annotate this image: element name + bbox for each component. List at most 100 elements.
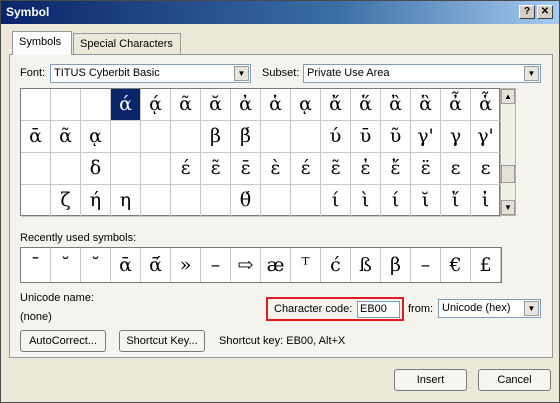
symbol-cell[interactable]: ἐ bbox=[351, 153, 381, 185]
symbol-cell[interactable] bbox=[51, 153, 81, 185]
symbol-cell[interactable]: ἆ bbox=[441, 89, 471, 121]
recent-symbol-cell[interactable]: ᾱ́ bbox=[141, 248, 171, 282]
symbol-cell[interactable]: ε̄ bbox=[231, 153, 261, 185]
recent-symbol-cell[interactable]: ᵀ bbox=[291, 248, 321, 282]
symbol-cell[interactable]: ἰ bbox=[471, 185, 501, 217]
symbol-cell[interactable]: ἅ bbox=[351, 89, 381, 121]
shortcut-key-button[interactable]: Shortcut Key... bbox=[119, 330, 205, 352]
symbol-cell[interactable] bbox=[111, 121, 141, 153]
symbol-cell[interactable]: ἇ bbox=[471, 89, 501, 121]
symbol-cell[interactable]: ῡ bbox=[351, 121, 381, 153]
recent-symbol-cell[interactable]: ć bbox=[321, 248, 351, 282]
symbol-cell[interactable]: ύ bbox=[321, 121, 351, 153]
symbol-cell[interactable]: β́ bbox=[231, 121, 261, 153]
close-button[interactable]: ✕ bbox=[537, 5, 553, 19]
symbol-cell[interactable]: ᾳ bbox=[81, 121, 111, 153]
symbol-cell[interactable]: ἀ bbox=[231, 89, 261, 121]
symbol-cell[interactable]: ἄ bbox=[321, 89, 351, 121]
symbol-cell[interactable]: έ bbox=[171, 153, 201, 185]
symbol-cell[interactable] bbox=[261, 185, 291, 217]
symbol-cell[interactable]: ὲ bbox=[261, 153, 291, 185]
symbol-grid-scrollbar[interactable]: ▲ ▼ bbox=[500, 88, 516, 216]
arrow-up-icon[interactable]: ▲ bbox=[501, 89, 515, 104]
symbol-cell[interactable]: ἂ bbox=[381, 89, 411, 121]
symbol-cell[interactable]: ἔ bbox=[381, 153, 411, 185]
symbol-cell[interactable]: ᾱ bbox=[21, 121, 51, 153]
symbol-cell[interactable]: ᾶ bbox=[171, 89, 201, 121]
symbol-cell[interactable]: γ' bbox=[411, 121, 441, 153]
recent-symbol-cell[interactable]: £ bbox=[471, 248, 501, 282]
recent-symbol-cell[interactable]: ˘ bbox=[51, 248, 81, 282]
symbol-cell[interactable]: ε bbox=[441, 153, 471, 185]
subset-select[interactable]: Private Use Area ▼ bbox=[303, 64, 541, 83]
symbol-cell[interactable] bbox=[21, 153, 51, 185]
symbol-cell[interactable]: δ bbox=[81, 153, 111, 185]
symbol-cell[interactable] bbox=[51, 89, 81, 121]
symbol-cell[interactable]: ί bbox=[381, 185, 411, 217]
symbol-cell[interactable]: ᾰ bbox=[201, 89, 231, 121]
symbol-cell[interactable]: η bbox=[111, 185, 141, 217]
symbol-cell[interactable]: ή bbox=[81, 185, 111, 217]
symbol-cell[interactable]: ἁ bbox=[261, 89, 291, 121]
symbol-cell[interactable] bbox=[21, 185, 51, 217]
help-button[interactable]: ? bbox=[519, 5, 535, 19]
recent-symbol-cell[interactable]: € bbox=[441, 248, 471, 282]
character-code-input[interactable]: EB00 bbox=[357, 301, 400, 318]
symbol-cell[interactable]: ῦ bbox=[381, 121, 411, 153]
from-select[interactable]: Unicode (hex) ▼ bbox=[438, 299, 541, 318]
recent-symbols[interactable]: ¯ ˘ ˘ ᾱ ᾱ́» – ⇨ æ ᵀ ć ß β – € £ bbox=[20, 247, 502, 283]
symbol-cell[interactable] bbox=[291, 185, 321, 217]
tab-special-characters[interactable]: Special Characters bbox=[73, 33, 181, 54]
symbol-cell[interactable]: θ́ bbox=[231, 185, 261, 217]
recent-symbol-cell[interactable]: ß bbox=[351, 248, 381, 282]
title-bar[interactable]: Symbol ? ✕ bbox=[1, 1, 559, 24]
recent-symbol-cell[interactable]: – bbox=[201, 248, 231, 282]
recent-symbol-cell[interactable]: » bbox=[171, 248, 201, 282]
symbol-cell[interactable]: ε̈ bbox=[411, 153, 441, 185]
symbol-cell[interactable]: ᾶ bbox=[51, 121, 81, 153]
symbol-cell[interactable] bbox=[21, 89, 51, 121]
symbol-cell[interactable]: ε̃ bbox=[201, 153, 231, 185]
symbol-cell[interactable]: ῐ bbox=[411, 185, 441, 217]
symbol-cell[interactable]: ἃ bbox=[411, 89, 441, 121]
recent-symbol-cell[interactable]: – bbox=[411, 248, 441, 282]
symbol-cell[interactable] bbox=[171, 121, 201, 153]
recent-symbol-cell[interactable]: ˘ bbox=[81, 248, 111, 282]
symbol-cell[interactable]: ὶ bbox=[351, 185, 381, 217]
symbol-cell[interactable]: ἴ bbox=[441, 185, 471, 217]
font-select[interactable]: TITUS Cyberbit Basic ▼ bbox=[50, 64, 251, 83]
arrow-down-icon[interactable]: ▼ bbox=[501, 200, 515, 215]
chevron-down-icon[interactable]: ▼ bbox=[524, 301, 539, 316]
symbol-cell[interactable] bbox=[81, 89, 111, 121]
autocorrect-button[interactable]: AutoCorrect... bbox=[20, 330, 106, 352]
symbol-cell-selected[interactable]: ά bbox=[111, 89, 141, 121]
symbol-cell[interactable]: γ bbox=[441, 121, 471, 153]
symbol-cell[interactable]: έ bbox=[291, 153, 321, 185]
symbol-cell[interactable] bbox=[111, 153, 141, 185]
recent-symbol-cell[interactable]: æ bbox=[261, 248, 291, 282]
symbol-cell[interactable] bbox=[141, 121, 171, 153]
symbol-cell[interactable]: β bbox=[201, 121, 231, 153]
recent-symbol-cell[interactable]: β bbox=[381, 248, 411, 282]
insert-button[interactable]: Insert bbox=[394, 369, 467, 391]
recent-symbol-cell[interactable]: ¯ bbox=[21, 248, 51, 282]
symbol-cell[interactable] bbox=[261, 121, 291, 153]
symbol-cell[interactable]: ζ bbox=[51, 185, 81, 217]
symbol-cell[interactable]: ᾴ bbox=[141, 89, 171, 121]
recent-symbol-cell[interactable]: ⇨ bbox=[231, 248, 261, 282]
recent-symbol-cell[interactable]: ᾱ bbox=[111, 248, 141, 282]
chevron-down-icon[interactable]: ▼ bbox=[234, 66, 249, 81]
symbol-cell[interactable]: ε bbox=[471, 153, 501, 185]
symbol-cell[interactable]: ᾳ bbox=[291, 89, 321, 121]
symbol-cell[interactable] bbox=[141, 185, 171, 217]
symbol-cell[interactable]: ε̃ bbox=[321, 153, 351, 185]
tab-symbols[interactable]: Symbols bbox=[12, 31, 72, 55]
symbol-grid[interactable]: ά ᾴ ᾶ ᾰ ἀ ἁ ᾳ ἄ ἅ ἂ ἃ ἆ ἇ ᾱ ᾶ ᾳ β β́ ύ ῡ ῦ γ' γ γ' δ έ ε̃ ε̄ ὲ έ ε̃ ἐ ἔ ε… bbox=[20, 88, 501, 217]
cancel-button[interactable]: Cancel bbox=[478, 369, 551, 391]
symbol-cell[interactable] bbox=[201, 185, 231, 217]
symbol-cell[interactable] bbox=[291, 121, 321, 153]
scrollbar-thumb[interactable] bbox=[501, 165, 515, 183]
symbol-cell[interactable] bbox=[141, 153, 171, 185]
symbol-cell[interactable] bbox=[171, 185, 201, 217]
chevron-down-icon[interactable]: ▼ bbox=[524, 66, 539, 81]
